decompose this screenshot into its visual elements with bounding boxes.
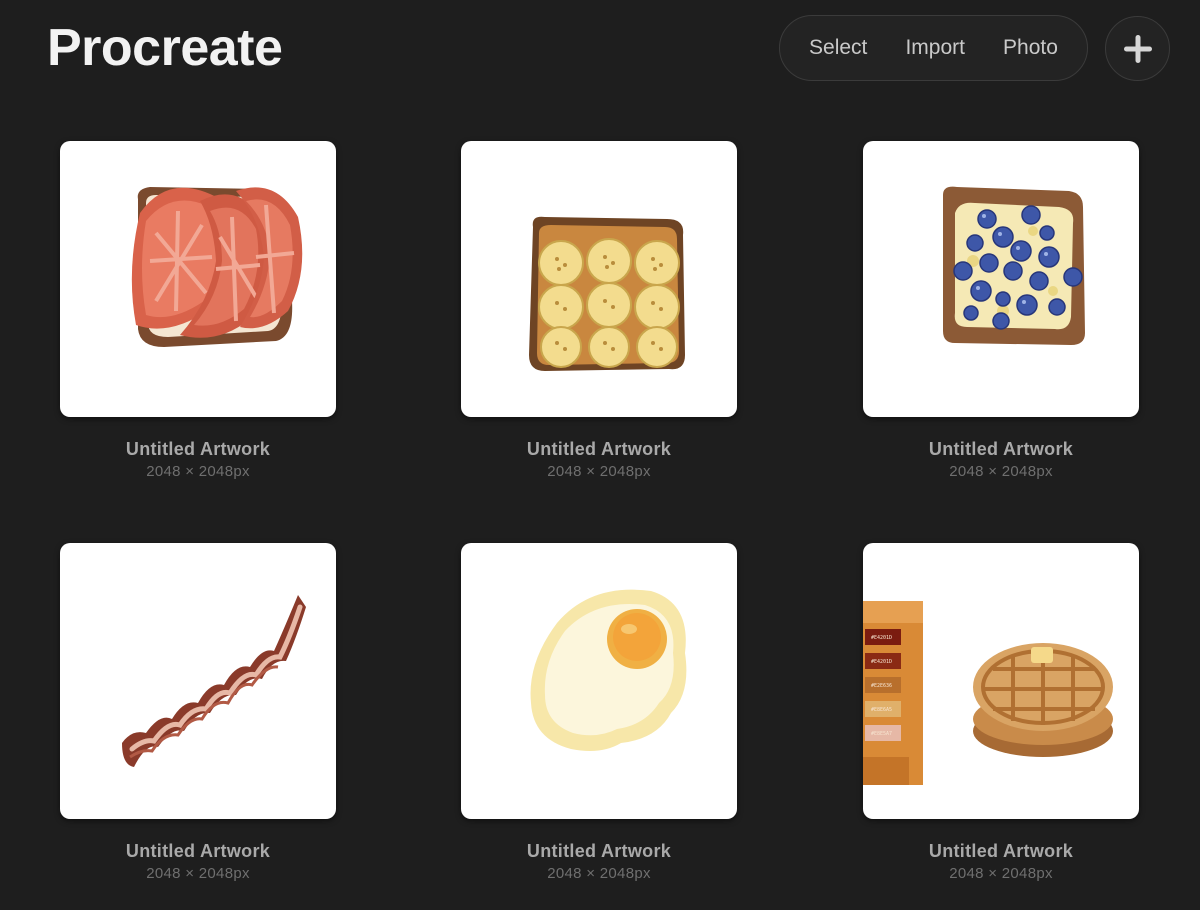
waffles-artwork: #E4201D #E4201D #E2E636 #E8E6A5 #E8E5A7 xyxy=(863,601,1113,785)
gallery-toolbar: Select Import Photo xyxy=(779,15,1088,81)
artwork-dimensions: 2048 × 2048px xyxy=(949,865,1053,882)
artwork-dimensions: 2048 × 2048px xyxy=(547,865,651,882)
artwork-name: Untitled Artwork xyxy=(526,439,672,459)
artwork-name: Untitled Artwork xyxy=(526,841,672,861)
artwork-thumbnail[interactable]: #E4201D #E4201D #E2E636 #E8E6A5 #E8E5A7 xyxy=(863,543,1139,819)
swatch-code: #E8E6A5 xyxy=(871,707,892,713)
artwork-thumbnail[interactable] xyxy=(461,543,737,819)
artwork-name: Untitled Artwork xyxy=(928,439,1074,459)
tomato-toast-artwork xyxy=(131,187,303,347)
artwork-thumbnail[interactable] xyxy=(461,141,737,417)
banana-toast-artwork xyxy=(529,216,685,371)
artwork-dimensions: 2048 × 2048px xyxy=(146,865,250,882)
artwork-card[interactable]: Untitled Artwork 2048 × 2048px xyxy=(863,141,1139,480)
photo-button[interactable]: Photo xyxy=(995,30,1066,66)
swatch-code: #E4201D xyxy=(871,635,892,641)
artwork-thumbnail[interactable] xyxy=(863,141,1139,417)
artwork-card[interactable]: #E4201D #E4201D #E2E636 #E8E6A5 #E8E5A7 … xyxy=(863,543,1139,882)
artwork-name: Untitled Artwork xyxy=(125,841,271,861)
procreate-gallery: Procreate Select Import Photo Untitled A… xyxy=(0,0,1200,910)
plus-icon xyxy=(1123,34,1152,63)
blueberry-toast-artwork xyxy=(943,186,1085,345)
swatch-code: #E2E636 xyxy=(871,683,892,689)
new-canvas-button[interactable] xyxy=(1105,16,1170,81)
import-button[interactable]: Import xyxy=(897,30,973,66)
artwork-card[interactable]: Untitled Artwork 2048 × 2048px xyxy=(60,543,336,882)
artwork-card[interactable]: Untitled Artwork 2048 × 2048px xyxy=(461,543,737,882)
artwork-name: Untitled Artwork xyxy=(125,439,271,459)
artwork-dimensions: 2048 × 2048px xyxy=(949,463,1053,480)
select-button[interactable]: Select xyxy=(801,30,875,66)
artwork-thumbnail[interactable] xyxy=(60,141,336,417)
artwork-dimensions: 2048 × 2048px xyxy=(547,463,651,480)
artwork-card[interactable]: Untitled Artwork 2048 × 2048px xyxy=(60,141,336,480)
swatch-code: #E4201D xyxy=(871,659,892,665)
artwork-thumbnail[interactable] xyxy=(60,543,336,819)
swatch-code: #E8E5A7 xyxy=(871,731,892,737)
artwork-name: Untitled Artwork xyxy=(928,841,1074,861)
artwork-dimensions: 2048 × 2048px xyxy=(146,463,250,480)
artwork-card[interactable]: Untitled Artwork 2048 × 2048px xyxy=(461,141,737,480)
app-title: Procreate xyxy=(47,19,283,77)
fried-egg-artwork xyxy=(530,589,687,751)
bacon-strip-artwork xyxy=(122,595,306,767)
